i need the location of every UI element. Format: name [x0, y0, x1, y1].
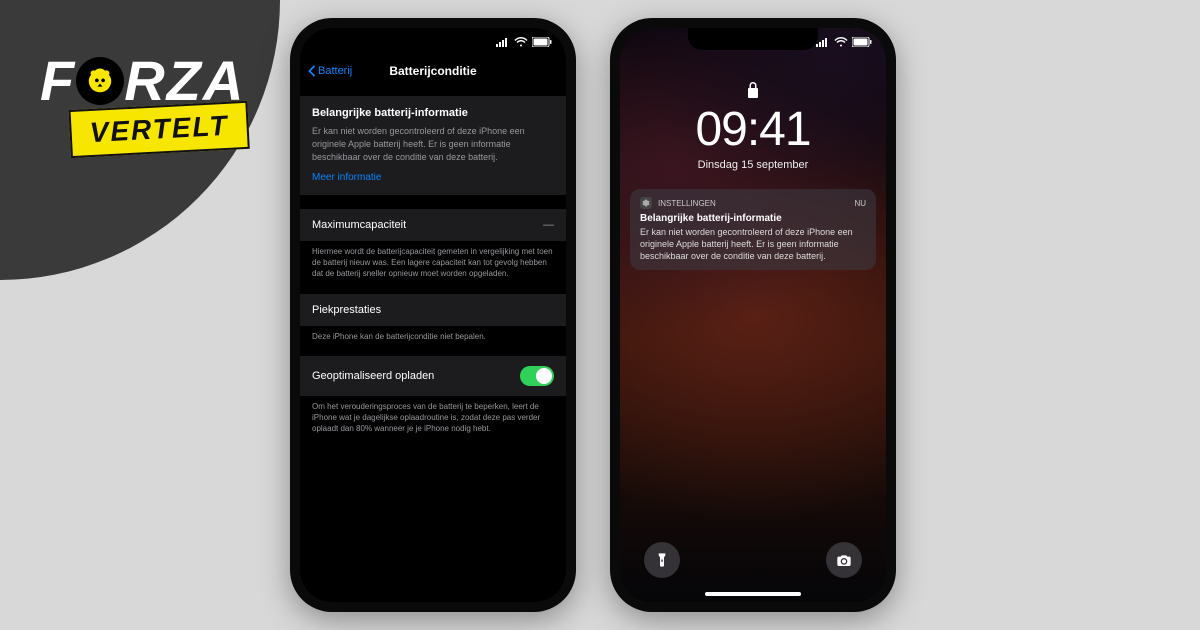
- camera-button[interactable]: [826, 542, 862, 578]
- optimized-label: Geoptimaliseerd opladen: [312, 370, 434, 382]
- max-capacity-value: —: [543, 219, 554, 231]
- logo-badge: VERTELT: [69, 101, 250, 158]
- notification-app-name: INSTELLINGEN: [658, 199, 716, 208]
- peak-performance-row[interactable]: Piekprestaties: [300, 294, 566, 326]
- max-capacity-label: Maximumcapaciteit: [312, 219, 406, 231]
- back-button[interactable]: Batterij: [308, 65, 352, 77]
- lion-icon: [76, 57, 124, 105]
- lock-date: Dinsdag 15 september: [620, 159, 886, 171]
- optimized-toggle[interactable]: [520, 366, 554, 386]
- optimized-charging-row: Geoptimaliseerd opladen: [300, 356, 566, 396]
- signal-icon: [496, 37, 510, 47]
- notification-card[interactable]: INSTELLINGEN nu Belangrijke batterij-inf…: [630, 189, 876, 270]
- wifi-icon: [834, 37, 848, 47]
- home-indicator[interactable]: [705, 592, 801, 596]
- peak-label: Piekprestaties: [312, 304, 381, 316]
- phone-lockscreen: 09:41 Dinsdag 15 september INSTELLINGEN …: [610, 18, 896, 612]
- battery-icon: [532, 37, 552, 47]
- phone-settings: Batterij Batterijconditie Belangrijke ba…: [290, 18, 576, 612]
- peak-desc: Deze iPhone kan de batterijconditie niet…: [300, 326, 566, 353]
- back-label: Batterij: [318, 65, 352, 77]
- lock-time: 09:41: [620, 102, 886, 157]
- page-title: Batterijconditie: [389, 64, 476, 78]
- more-info-link[interactable]: Meer informatie: [312, 171, 554, 185]
- important-body: Er kan niet worden gecontroleerd of deze…: [312, 125, 554, 163]
- notch: [688, 28, 818, 50]
- chevron-left-icon: [308, 65, 316, 77]
- forza-logo: F RZA VERTELT: [40, 48, 245, 161]
- lock-icon: [747, 82, 759, 98]
- max-capacity-desc: Hiermee wordt de batterijcapaciteit geme…: [300, 241, 566, 289]
- max-capacity-row[interactable]: Maximumcapaciteit —: [300, 209, 566, 241]
- important-battery-card: Belangrijke batterij-informatie Er kan n…: [300, 96, 566, 195]
- settings-app-icon: [640, 197, 652, 209]
- camera-icon: [836, 552, 852, 568]
- notification-title: Belangrijke batterij-informatie: [640, 213, 866, 224]
- flashlight-icon: [654, 552, 670, 568]
- wifi-icon: [514, 37, 528, 47]
- optimized-desc: Om het verouderingsproces van de batteri…: [300, 396, 566, 444]
- notification-timestamp: nu: [854, 199, 866, 208]
- notification-body: Er kan niet worden gecontroleerd of deze…: [640, 226, 866, 262]
- battery-icon: [852, 37, 872, 47]
- notch: [368, 28, 498, 50]
- brand-text-left: F: [40, 48, 76, 113]
- important-title: Belangrijke batterij-informatie: [312, 106, 554, 121]
- signal-icon: [816, 37, 830, 47]
- flashlight-button[interactable]: [644, 542, 680, 578]
